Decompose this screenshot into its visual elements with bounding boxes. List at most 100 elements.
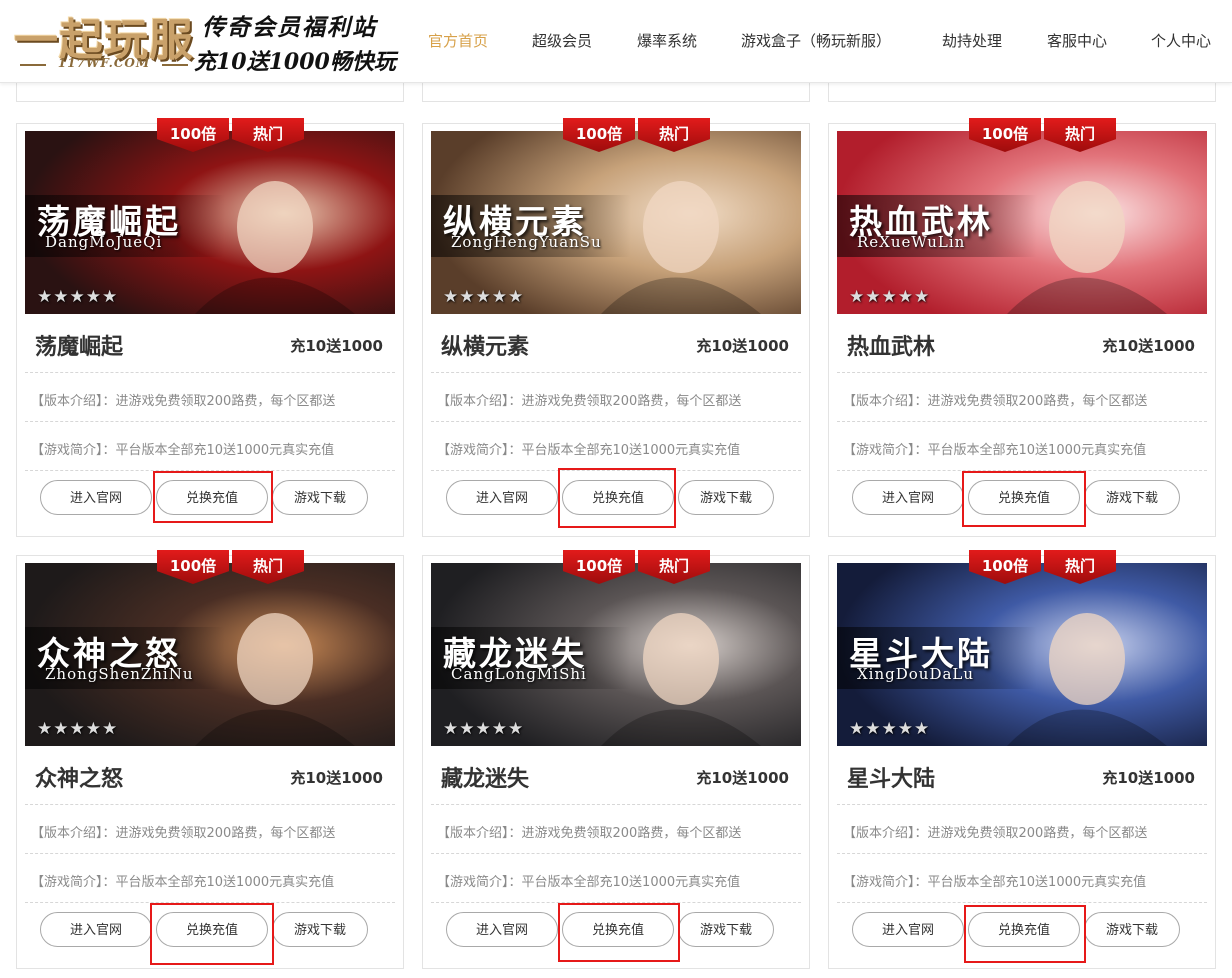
version-intro: 【版本介绍】：进游戏免费领取200路费，每个区都送 [31,826,336,841]
tag-hot: 热门 [638,118,710,152]
divider [431,372,801,373]
game-offer: 充10送1000 [1102,769,1195,787]
game-banner[interactable]: 众神之怒 ZhongShenZhiNu ★★★★★ [25,563,395,746]
game-offer: 充10送1000 [696,769,789,787]
tag-hot: 热门 [1044,118,1116,152]
game-banner[interactable]: 藏龙迷失 CangLongMiShi ★★★★★ [431,563,801,746]
nav-home[interactable]: 官方首页 [428,30,488,51]
enter-site-button[interactable]: 进入官网 [852,480,964,515]
game-offer: 充10送1000 [696,337,789,355]
slogan-line1: 传奇会员福利站 [202,14,377,41]
divider [837,804,1207,805]
divider [837,902,1207,903]
game-name[interactable]: 荡魔崛起 [35,329,123,361]
version-intro: 【版本介绍】：进游戏免费领取200路费，每个区都送 [843,826,1148,841]
game-banner[interactable]: 星斗大陆 XingDouDaLu ★★★★★ [837,563,1207,746]
banner-pinyin: ReXueWuLin [857,233,966,251]
game-name[interactable]: 众神之怒 [35,761,123,793]
recharge-highlight-box [558,468,676,528]
tag-hot: 热门 [638,550,710,584]
recharge-highlight-box [153,471,273,523]
banner-pinyin: CangLongMiShi [451,665,587,683]
rating-stars: ★★★★★ [37,719,119,739]
divider [25,804,395,805]
game-name[interactable]: 星斗大陆 [847,761,935,793]
recharge-highlight-box [964,905,1086,963]
enter-site-button[interactable]: 进入官网 [446,480,558,515]
tag-rate: 100倍 [563,550,635,584]
card-partial [828,80,1216,102]
divider [837,372,1207,373]
enter-site-button[interactable]: 进入官网 [40,912,152,947]
divider [431,853,801,854]
rating-stars: ★★★★★ [37,287,119,307]
divider [25,372,395,373]
recharge-highlight-box [558,903,680,962]
site-header: 一起玩服 117WF.COM 传奇会员福利站 充10送1000畅快玩 官方首页 … [0,0,1232,83]
download-button[interactable]: 游戏下载 [272,912,368,947]
game-card: 荡魔崛起 DangMoJueQi ★★★★★ 100倍 热门 荡魔崛起 充10送… [16,118,404,537]
download-button[interactable]: 游戏下载 [1084,912,1180,947]
game-offer: 充10送1000 [290,769,383,787]
tag-rate-label: 100倍 [981,557,1029,575]
game-summary: 【游戏简介】：平台版本全部充10送1000元真实充值 [843,443,1147,458]
tag-hot-label: 热门 [1064,557,1095,575]
game-card: 星斗大陆 XingDouDaLu ★★★★★ 100倍 热门 星斗大陆 充10送… [828,550,1216,969]
recharge-highlight-box [150,903,274,965]
rating-stars: ★★★★★ [443,287,525,307]
nav-service[interactable]: 客服中心 [1047,30,1107,51]
card-partial [16,80,404,102]
tag-hot-label: 热门 [252,125,283,143]
game-banner[interactable]: 荡魔崛起 DangMoJueQi ★★★★★ [25,131,395,314]
download-button[interactable]: 游戏下载 [1084,480,1180,515]
game-summary: 【游戏简介】：平台版本全部充10送1000元真实充值 [843,875,1147,890]
rating-stars: ★★★★★ [849,287,931,307]
divider [431,804,801,805]
download-button[interactable]: 游戏下载 [272,480,368,515]
version-intro: 【版本介绍】：进游戏免费领取200路费，每个区都送 [437,394,742,409]
enter-site-button[interactable]: 进入官网 [852,912,964,947]
tag-rate: 100倍 [157,550,229,584]
tag-rate-label: 100倍 [169,125,217,143]
game-banner[interactable]: 热血武林 ReXueWuLin ★★★★★ [837,131,1207,314]
banner-pinyin: XingDouDaLu [857,665,975,683]
tag-hot-label: 热门 [658,557,689,575]
tag-rate-label: 100倍 [575,557,623,575]
game-summary: 【游戏简介】：平台版本全部充10送1000元真实充值 [31,443,335,458]
nav-hijack[interactable]: 劫持处理 [942,30,1002,51]
banner-pinyin: ZhongShenZhiNu [45,665,194,683]
nav-profile[interactable]: 个人中心 [1151,30,1211,51]
logo-site: 117WF.COM [20,56,188,70]
enter-site-button[interactable]: 进入官网 [40,480,152,515]
tag-rate: 100倍 [563,118,635,152]
banner-pinyin: DangMoJueQi [45,233,163,251]
download-button[interactable]: 游戏下载 [678,912,774,947]
divider [25,853,395,854]
tag-rate-label: 100倍 [981,125,1029,143]
nav-game-box[interactable]: 游戏盒子（畅玩新服） [741,30,891,51]
version-intro: 【版本介绍】：进游戏免费领取200路费，每个区都送 [843,394,1148,409]
tag-hot-label: 热门 [658,125,689,143]
nav-super-member[interactable]: 超级会员 [532,30,592,51]
game-offer: 充10送1000 [1102,337,1195,355]
divider [25,421,395,422]
game-card: 众神之怒 ZhongShenZhiNu ★★★★★ 100倍 热门 众神之怒 充… [16,550,404,969]
tag-hot-label: 热门 [1064,125,1095,143]
download-button[interactable]: 游戏下载 [678,480,774,515]
tag-hot: 热门 [232,550,304,584]
game-summary: 【游戏简介】：平台版本全部充10送1000元真实充值 [31,875,335,890]
game-summary: 【游戏简介】：平台版本全部充10送1000元真实充值 [437,443,741,458]
game-name[interactable]: 纵横元素 [441,329,529,361]
enter-site-button[interactable]: 进入官网 [446,912,558,947]
tag-hot: 热门 [1044,550,1116,584]
game-name[interactable]: 热血武林 [847,329,935,361]
tag-rate: 100倍 [969,118,1041,152]
version-intro: 【版本介绍】：进游戏免费领取200路费，每个区都送 [437,826,742,841]
nav-drop-rate[interactable]: 爆率系统 [637,30,697,51]
tag-rate: 100倍 [969,550,1041,584]
banner-pinyin: ZongHengYuanSu [451,233,602,251]
divider [837,421,1207,422]
game-banner[interactable]: 纵横元素 ZongHengYuanSu ★★★★★ [431,131,801,314]
game-name[interactable]: 藏龙迷失 [441,761,529,793]
card-partial [422,80,810,102]
